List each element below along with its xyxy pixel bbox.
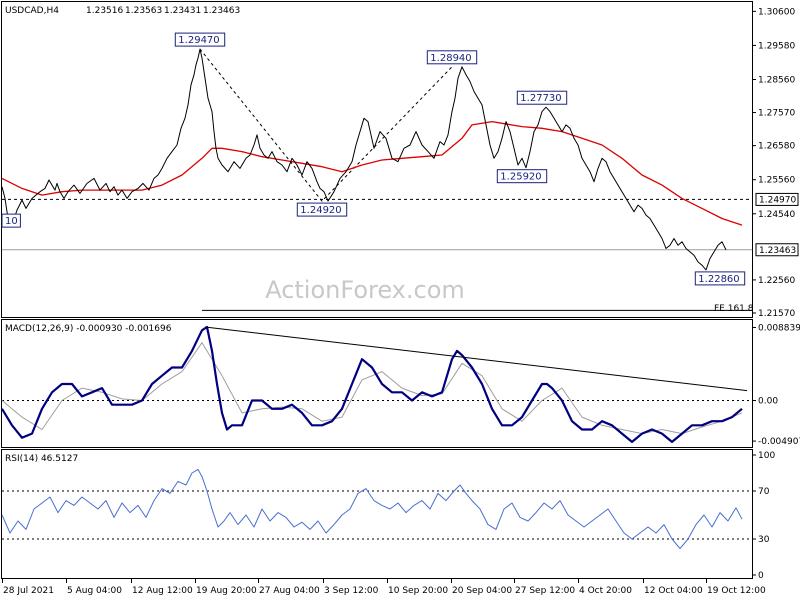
price-label: 1.25920 (500, 172, 541, 183)
price-tick: 1.24540 (758, 210, 795, 220)
price-label: 1.29470 (178, 35, 219, 46)
time-axis: 28 Jul 2021 5 Aug 04:00 12 Aug 12:00 19 Aug… (2, 579, 766, 596)
ohlc-open: 1.23516 (86, 6, 123, 16)
rsi-panel-frame (1, 449, 753, 579)
rsi-tick: 70 (758, 487, 770, 497)
ohlc-low: 1.23431 (164, 6, 201, 16)
price-label: 1.28940 (430, 53, 471, 64)
time-tick-label: 19 Aug 20:00 (196, 586, 257, 596)
ohlc-close: 1.23463 (203, 6, 240, 16)
rsi-tick: 0 (758, 571, 764, 581)
time-tick-label: 20 Sep 04:00 (452, 586, 512, 596)
rsi-tick: 30 (758, 535, 770, 545)
rsi-tick: 100 (758, 451, 775, 461)
price-tick: 1.27570 (758, 109, 795, 119)
price-panel-frame (1, 1, 753, 318)
fe-label: FE 161.8 (714, 304, 754, 314)
price-label: 1.27730 (520, 93, 561, 104)
current-price-tag: 1.23463 (759, 246, 796, 256)
price-tick: 1.30600 (758, 7, 795, 17)
price-tick: 1.25560 (758, 176, 795, 186)
chart-title: USDCAD,H4 (5, 6, 59, 16)
price-tick: 1.21570 (758, 309, 795, 319)
time-tick-label: 5 Aug 04:00 (67, 586, 122, 596)
time-tick-label: 4 Oct 20:00 (579, 586, 632, 596)
price-label: 1.22860 (698, 274, 739, 285)
time-tick-label: 27 Aug 04:00 (259, 586, 320, 596)
rsi-axis: 100 70 30 0 (752, 451, 775, 581)
price-tick: 1.26580 (758, 142, 795, 152)
time-tick-label: 19 Oct 12:00 (707, 586, 766, 596)
watermark: ActionForex.com (265, 276, 465, 304)
macd-tick: 0.008839 (758, 323, 800, 333)
macd-axis: 0.008839 0.00 -0.004907 (752, 323, 800, 447)
time-tick-label: 10 Sep 20:00 (388, 586, 448, 596)
chart-canvas: ActionForex.com USDCAD,H4 1.23516 1.2356… (1, 1, 800, 596)
macd-tick: -0.004907 (758, 437, 800, 447)
price-label: 10 (5, 216, 18, 227)
price-label: 1.24920 (300, 205, 341, 216)
ohlc-high: 1.23563 (125, 6, 162, 16)
price-tick: 1.22560 (758, 276, 795, 286)
price-tick: 1.28560 (758, 75, 795, 85)
time-tick-label: 12 Oct 04:00 (644, 586, 703, 596)
level-tag: 1.24970 (759, 195, 796, 205)
macd-panel-frame (1, 319, 753, 448)
price-tick: 1.29580 (758, 41, 795, 51)
rsi-title: RSI(14) 46.5127 (5, 454, 78, 464)
macd-title: MACD(12,26,9) -0.000930 -0.001696 (5, 324, 172, 334)
macd-tick: 0.00 (758, 397, 778, 407)
price-axis: 1.30600 1.29580 1.28560 1.27570 1.26580 1.255… (752, 7, 799, 319)
time-tick-label: 27 Sep 12:00 (515, 586, 575, 596)
time-tick-label: 28 Jul 2021 (3, 586, 54, 596)
time-tick-label: 12 Aug 12:00 (132, 586, 193, 596)
time-tick-label: 3 Sep 12:00 (324, 586, 379, 596)
